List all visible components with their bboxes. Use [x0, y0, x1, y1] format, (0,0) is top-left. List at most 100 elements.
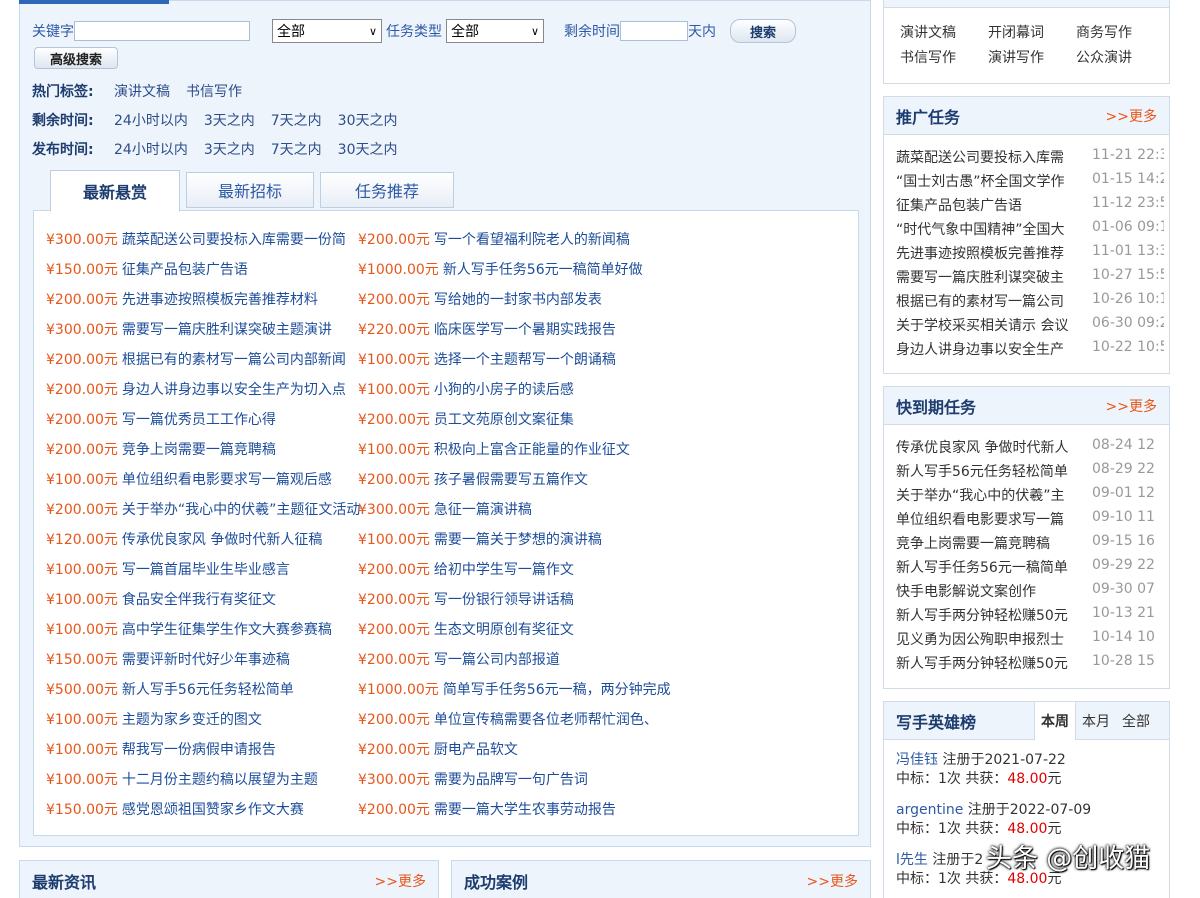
- task-link[interactable]: ¥200.00元 写一篇优秀员工工作心得: [46, 409, 276, 429]
- task-link[interactable]: ¥150.00元 需要评新时代好少年事迹稿: [46, 649, 290, 669]
- task-link[interactable]: ¥200.00元 孩子暑假需要写五篇作文: [358, 469, 588, 489]
- task-link[interactable]: ¥150.00元 征集产品包装广告语: [46, 259, 248, 279]
- task-link[interactable]: ¥100.00元 需要一篇关于梦想的演讲稿: [358, 529, 602, 549]
- task-link[interactable]: ¥200.00元 单位宣传稿需要各位老师帮忙润色、: [358, 709, 658, 729]
- task-link[interactable]: ¥200.00元 厨电产品软文: [358, 739, 518, 759]
- sidebar-task-item[interactable]: 先进事迹按照模板完善推荐 11-01 13:30: [896, 243, 1164, 263]
- category-select[interactable]: 全部 ∨: [272, 19, 382, 43]
- task-link[interactable]: ¥100.00元 帮我写一份病假申请报告: [46, 739, 276, 759]
- sidebar-task-item[interactable]: “国士刘古愚”杯全国文学作 01-15 14:23: [896, 171, 1164, 191]
- sidebar-task-item[interactable]: 根据已有的素材写一篇公司 10-26 10:19: [896, 291, 1164, 311]
- task-link[interactable]: ¥200.00元 先进事迹按照模板完善推荐材料: [46, 289, 318, 309]
- published-filter-link[interactable]: 24小时以内: [114, 139, 188, 159]
- task-link[interactable]: ¥300.00元 需要为品牌写一句广告词: [358, 769, 588, 789]
- sidebar-task-item[interactable]: 蔬菜配送公司要投标入库需 11-21 22:35: [896, 147, 1164, 167]
- task-link[interactable]: ¥200.00元 写一篇公司内部报道: [358, 649, 560, 669]
- sidebar-task-item[interactable]: 快手电影解说文案创作 09-30 07: [896, 581, 1164, 601]
- sidebar-task-item[interactable]: 身边人讲身边事以安全生产 10-22 10:50: [896, 339, 1164, 359]
- published-filter-link[interactable]: 7天之内: [271, 139, 322, 159]
- task-type-select[interactable]: 全部 ∨: [446, 19, 544, 43]
- category-tag-link[interactable]: 演讲写作: [988, 47, 1044, 67]
- news-more-link[interactable]: >>更多: [375, 871, 426, 891]
- sidebar-task-item[interactable]: 单位组织看电影要求写一篇 09-10 11: [896, 509, 1164, 529]
- category-tag-link[interactable]: 商务写作: [1076, 22, 1132, 42]
- promoted-more-link[interactable]: >>更多: [1106, 106, 1157, 126]
- task-link[interactable]: ¥1000.00元 新人写手任务56元一稿简单好做: [358, 259, 643, 279]
- writer-entry[interactable]: argentine 注册于2022-07-09: [896, 799, 1091, 819]
- task-link[interactable]: ¥100.00元 高中学生征集学生作文大赛参赛稿: [46, 619, 332, 639]
- task-link[interactable]: ¥200.00元 竞争上岗需要一篇竞聘稿: [46, 439, 276, 459]
- tab-latest-bids[interactable]: 最新招标: [186, 172, 314, 208]
- cases-more-link[interactable]: >>更多: [807, 871, 858, 891]
- remaining-days-input[interactable]: [620, 21, 688, 41]
- task-link[interactable]: ¥100.00元 写一篇首届毕业生毕业感言: [46, 559, 290, 579]
- sidebar-task-item[interactable]: 需要写一篇庆胜利谋突破主 10-27 15:56: [896, 267, 1164, 287]
- sidebar-task-item[interactable]: 新人写手56元任务轻松简单 08-29 22: [896, 461, 1164, 481]
- hot-tag-link[interactable]: 书信写作: [186, 81, 242, 101]
- task-link[interactable]: ¥100.00元 小狗的小房子的读后感: [358, 379, 574, 399]
- category-tag-link[interactable]: 开闭幕词: [988, 22, 1044, 42]
- tab-latest-rewards[interactable]: 最新悬赏: [50, 170, 180, 212]
- keyword-input[interactable]: [74, 21, 250, 41]
- tab-this-week[interactable]: 本周: [1034, 702, 1076, 740]
- expiring-more-link[interactable]: >>更多: [1106, 396, 1157, 416]
- sidebar-task-title: 快手电影解说文案创作: [896, 584, 1036, 600]
- category-tag-link[interactable]: 演讲文稿: [900, 22, 956, 42]
- task-link[interactable]: ¥100.00元 主题为家乡变迁的图文: [46, 709, 262, 729]
- task-link[interactable]: ¥120.00元 传承优良家风 争做时代新人征稿: [46, 529, 322, 549]
- writer-name[interactable]: argentine: [896, 802, 963, 818]
- published-filter-link[interactable]: 3天之内: [204, 139, 255, 159]
- tab-all-time[interactable]: 全部: [1116, 702, 1156, 740]
- sidebar-task-item[interactable]: 传承优良家风 争做时代新人 08-24 12: [896, 437, 1164, 457]
- category-tag-link[interactable]: 公众演讲: [1076, 47, 1132, 67]
- remaining-filter-link[interactable]: 3天之内: [204, 110, 255, 130]
- advanced-search-button[interactable]: 高级搜索: [34, 47, 118, 69]
- task-link[interactable]: ¥100.00元 食品安全伴我行有奖征文: [46, 589, 276, 609]
- remaining-filter-link[interactable]: 24小时以内: [114, 110, 188, 130]
- task-link[interactable]: ¥100.00元 十二月份主题约稿以展望为主题: [46, 769, 318, 789]
- task-link[interactable]: ¥200.00元 需要一篇大学生农事劳动报告: [358, 799, 616, 819]
- published-filter-link[interactable]: 30天之内: [338, 139, 398, 159]
- task-link[interactable]: ¥300.00元 蔬菜配送公司要投标入库需要一份简: [46, 229, 346, 249]
- sidebar-task-date: 11-21 22:35: [1092, 147, 1164, 163]
- sidebar-task-title: 新人写手两分钟轻松赚50元: [896, 656, 1068, 672]
- task-link[interactable]: ¥100.00元 选择一个主题帮写一个朗诵稿: [358, 349, 616, 369]
- task-link[interactable]: ¥200.00元 写给她的一封家书内部发表: [358, 289, 602, 309]
- tab-this-month[interactable]: 本月: [1076, 702, 1116, 740]
- task-link[interactable]: ¥200.00元 根据已有的素材写一篇公司内部新闻: [46, 349, 346, 369]
- remaining-filter-link[interactable]: 30天之内: [338, 110, 398, 130]
- tab-recommended[interactable]: 任务推荐: [320, 172, 454, 208]
- writer-entry[interactable]: l先生 注册于2: [896, 849, 983, 869]
- task-link[interactable]: ¥500.00元 新人写手56元任务轻松简单: [46, 679, 294, 699]
- sidebar-task-item[interactable]: 关于举办“我心中的伏羲”主 09-01 12: [896, 485, 1164, 505]
- category-tag-link[interactable]: 书信写作: [900, 47, 956, 67]
- sidebar-task-item[interactable]: 竞争上岗需要一篇竞聘稿 09-15 16: [896, 533, 1164, 553]
- writer-entry[interactable]: 冯佳钰 注册于2021-07-22: [896, 749, 1066, 769]
- sidebar-task-item[interactable]: 新人写手两分钟轻松赚50元 10-28 15: [896, 653, 1164, 673]
- task-link[interactable]: ¥220.00元 临床医学写一个暑期实践报告: [358, 319, 616, 339]
- sidebar-task-item[interactable]: 新人写手任务56元一稿简单 09-29 22: [896, 557, 1164, 577]
- sidebar-task-item[interactable]: 征集产品包装广告语 11-12 23:56: [896, 195, 1164, 215]
- sidebar-task-item[interactable]: “时代气象中国精神”全国大 01-06 09:18: [896, 219, 1164, 239]
- task-link[interactable]: ¥200.00元 员工文苑原创文案征集: [358, 409, 574, 429]
- task-link[interactable]: ¥200.00元 写一份银行领导讲话稿: [358, 589, 574, 609]
- hot-tag-link[interactable]: 演讲文稿: [114, 81, 170, 101]
- task-link[interactable]: ¥300.00元 急征一篇演讲稿: [358, 499, 532, 519]
- task-link[interactable]: ¥300.00元 需要写一篇庆胜利谋突破主题演讲: [46, 319, 332, 339]
- task-link[interactable]: ¥200.00元 生态文明原创有奖征文: [358, 619, 574, 639]
- sidebar-task-item[interactable]: 关于学校采买相关请示 会议 06-30 09:29: [896, 315, 1164, 335]
- writer-name[interactable]: 冯佳钰: [896, 752, 938, 768]
- search-button[interactable]: 搜索: [730, 19, 796, 43]
- task-link[interactable]: ¥200.00元 给初中学生写一篇作文: [358, 559, 574, 579]
- task-link[interactable]: ¥150.00元 感党恩颂祖国赞家乡作文大赛: [46, 799, 304, 819]
- remaining-filter-link[interactable]: 7天之内: [271, 110, 322, 130]
- task-link[interactable]: ¥100.00元 单位组织看电影要求写一篇观后感: [46, 469, 332, 489]
- task-link[interactable]: ¥1000.00元 简单写手任务56元一稿，两分钟完成: [358, 679, 671, 699]
- writer-name[interactable]: l先生: [896, 852, 928, 868]
- task-link[interactable]: ¥200.00元 身边人讲身边事以安全生产为切入点: [46, 379, 346, 399]
- task-link[interactable]: ¥100.00元 积极向上富含正能量的作业征文: [358, 439, 630, 459]
- task-link[interactable]: ¥200.00元 写一个看望福利院老人的新闻稿: [358, 229, 630, 249]
- sidebar-task-item[interactable]: 见义勇为因公殉职申报烈士 10-14 10: [896, 629, 1164, 649]
- task-link[interactable]: ¥200.00元 关于举办“我心中的伏羲”主题征文活动: [46, 499, 360, 519]
- sidebar-task-item[interactable]: 新人写手两分钟轻松赚50元 10-13 21: [896, 605, 1164, 625]
